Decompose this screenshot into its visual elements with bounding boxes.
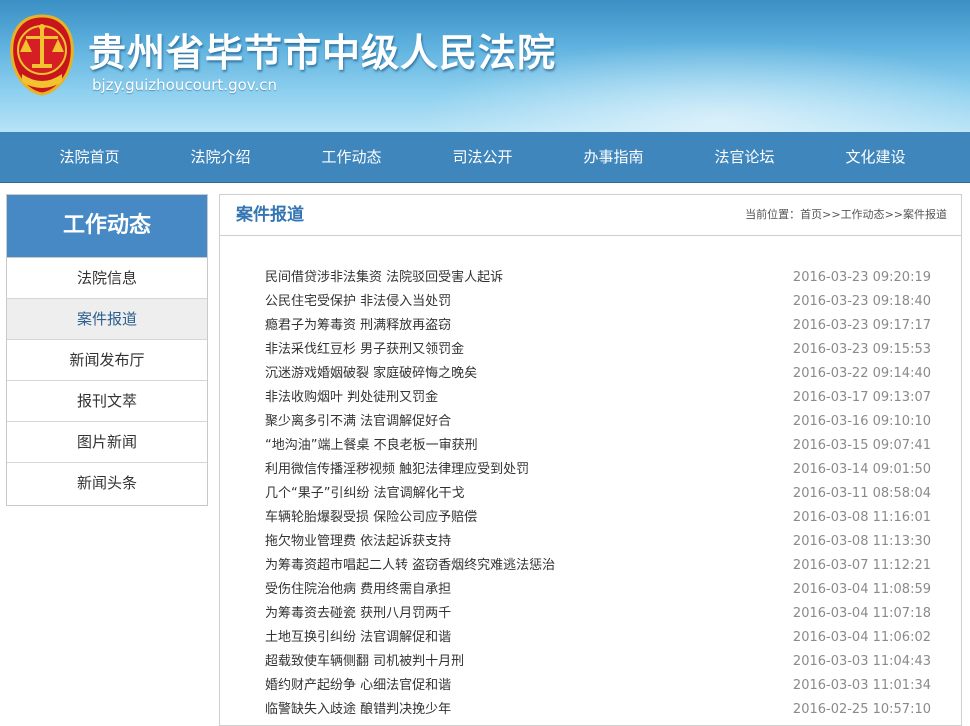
news-title-link[interactable]: 聚少离多引不满 法官调解促好合 — [265, 410, 451, 434]
news-title-link[interactable]: “地沟油”端上餐桌 不良老板一审获刑 — [265, 434, 478, 458]
news-title-link[interactable]: 公民住宅受保护 非法侵入当处罚 — [265, 290, 451, 314]
site-url: bjzy.guizhoucourt.gov.cn — [92, 76, 278, 94]
breadcrumb-current: 案件报道 — [903, 208, 947, 221]
news-title-link[interactable]: 为筹毒资去碰瓷 获刑八月罚两千 — [265, 602, 451, 626]
breadcrumb-separator: >> — [822, 208, 841, 221]
site-header: 贵州省毕节市中级人民法院 bjzy.guizhoucourt.gov.cn — [0, 0, 970, 132]
main-header: 案件报道 当前位置：首页>>工作动态>>案件报道 — [220, 195, 961, 236]
sidebar-item-case-reports[interactable]: 案件报道 — [7, 299, 207, 340]
nav-item-judicial-openness[interactable]: 司法公开 — [417, 132, 548, 182]
news-date: 2016-03-04 11:06:02 — [792, 630, 931, 645]
sidebar-item-press-hall[interactable]: 新闻发布厅 — [7, 340, 207, 381]
news-title-link[interactable]: 瘾君子为筹毒资 刑满释放再盗窃 — [265, 314, 451, 338]
list-item: 土地互换引纠纷 法官调解促和谐 2016-03-04 11:06:02 — [265, 626, 931, 650]
news-date: 2016-03-04 11:07:18 — [792, 606, 931, 621]
news-date: 2016-03-14 09:01:50 — [792, 462, 931, 477]
list-item: 超载致使车辆侧翻 司机被判十月刑 2016-03-03 11:04:43 — [265, 650, 931, 674]
news-date: 2016-03-03 11:04:43 — [792, 654, 931, 669]
news-date: 2016-03-17 09:13:07 — [792, 390, 931, 405]
sidebar-item-headlines[interactable]: 新闻头条 — [7, 463, 207, 503]
list-item: 受伤住院治他病 费用终需自承担 2016-03-04 11:08:59 — [265, 578, 931, 602]
list-item: 拖欠物业管理费 依法起诉获支持 2016-03-08 11:13:30 — [265, 530, 931, 554]
news-title-link[interactable]: 临警缺失入歧途 酿错判决挽少年 — [265, 698, 451, 722]
sidebar-item-court-info[interactable]: 法院信息 — [7, 258, 207, 299]
breadcrumb-prefix: 当前位置： — [745, 208, 801, 221]
sidebar-item-press-digest[interactable]: 报刊文萃 — [7, 381, 207, 422]
page-title: 案件报道 — [236, 205, 304, 225]
news-date: 2016-03-03 11:01:34 — [792, 678, 931, 693]
list-item: 瘾君子为筹毒资 刑满释放再盗窃 2016-03-23 09:17:17 — [265, 314, 931, 338]
list-item: 非法收购烟叶 判处徒刑又罚金 2016-03-17 09:13:07 — [265, 386, 931, 410]
list-item: 为筹毒资去碰瓷 获刑八月罚两千 2016-03-04 11:07:18 — [265, 602, 931, 626]
breadcrumb-home[interactable]: 首页 — [800, 208, 822, 221]
list-item: 利用微信传播淫秽视频 触犯法律理应受到处罚 2016-03-14 09:01:50 — [265, 458, 931, 482]
list-item: 民间借贷涉非法集资 法院驳回受害人起诉 2016-03-23 09:20:19 — [265, 266, 931, 290]
sidebar: 工作动态 法院信息 案件报道 新闻发布厅 报刊文萃 图片新闻 新闻头条 — [6, 194, 208, 506]
news-date: 2016-03-23 09:17:17 — [792, 318, 931, 333]
list-item: 车辆轮胎爆裂受损 保险公司应予赔偿 2016-03-08 11:16:01 — [265, 506, 931, 530]
news-title-link[interactable]: 婚约财产起纷争 心细法官促和谐 — [265, 674, 451, 698]
list-item: 几个“果子”引纠纷 法官调解化干戈 2016-03-11 08:58:04 — [265, 482, 931, 506]
news-date: 2016-03-08 11:13:30 — [792, 534, 931, 549]
news-date: 2016-03-08 11:16:01 — [792, 510, 931, 525]
news-date: 2016-03-07 11:12:21 — [792, 558, 931, 573]
nav-item-judge-forum[interactable]: 法官论坛 — [679, 132, 810, 182]
sidebar-item-photo-news[interactable]: 图片新闻 — [7, 422, 207, 463]
news-title-link[interactable]: 沉迷游戏婚姻破裂 家庭破碎悔之晚矣 — [265, 362, 477, 386]
list-item: 为筹毒资超市唱起二人转 盗窃香烟终究难逃法惩治 2016-03-07 11:12:… — [265, 554, 931, 578]
news-date: 2016-02-25 10:57:10 — [792, 702, 931, 717]
main-nav: 法院首页 法院介绍 工作动态 司法公开 办事指南 法官论坛 文化建设 — [0, 132, 970, 183]
list-item: 临警缺失入歧途 酿错判决挽少年 2016-02-25 10:57:10 — [265, 698, 931, 722]
news-date: 2016-03-04 11:08:59 — [792, 582, 931, 597]
news-date: 2016-03-16 09:10:10 — [792, 414, 931, 429]
list-item: 沉迷游戏婚姻破裂 家庭破碎悔之晚矣 2016-03-22 09:14:40 — [265, 362, 931, 386]
list-item: 公民住宅受保护 非法侵入当处罚 2016-03-23 09:18:40 — [265, 290, 931, 314]
nav-item-home[interactable]: 法院首页 — [24, 132, 155, 182]
list-item: 非法采伐红豆杉 男子获刑又领罚金 2016-03-23 09:15:53 — [265, 338, 931, 362]
list-item: “地沟油”端上餐桌 不良老板一审获刑 2016-03-15 09:07:41 — [265, 434, 931, 458]
news-title-link[interactable]: 利用微信传播淫秽视频 触犯法律理应受到处罚 — [265, 458, 529, 482]
main-panel: 案件报道 当前位置：首页>>工作动态>>案件报道 民间借贷涉非法集资 法院驳回受… — [219, 194, 962, 726]
list-item: 聚少离多引不满 法官调解促好合 2016-03-16 09:10:10 — [265, 410, 931, 434]
nav-item-about[interactable]: 法院介绍 — [155, 132, 286, 182]
breadcrumb: 当前位置：首页>>工作动态>>案件报道 — [745, 195, 947, 235]
news-list: 民间借贷涉非法集资 法院驳回受害人起诉 2016-03-23 09:20:19 公民… — [265, 266, 931, 722]
news-title-link[interactable]: 非法收购烟叶 判处徒刑又罚金 — [265, 386, 438, 410]
news-date: 2016-03-23 09:15:53 — [792, 342, 931, 357]
news-title-link[interactable]: 拖欠物业管理费 依法起诉获支持 — [265, 530, 451, 554]
breadcrumb-separator: >> — [884, 208, 903, 221]
news-title-link[interactable]: 几个“果子”引纠纷 法官调解化干戈 — [265, 482, 465, 506]
site-title: 贵州省毕节市中级人民法院 — [88, 31, 557, 75]
sidebar-title: 工作动态 — [7, 195, 207, 258]
news-title-link[interactable]: 土地互换引纠纷 法官调解促和谐 — [265, 626, 451, 650]
news-title-link[interactable]: 超载致使车辆侧翻 司机被判十月刑 — [265, 650, 464, 674]
nav-item-work-news[interactable]: 工作动态 — [286, 132, 417, 182]
news-title-link[interactable]: 为筹毒资超市唱起二人转 盗窃香烟终究难逃法惩治 — [265, 554, 555, 578]
news-date: 2016-03-11 08:58:04 — [792, 486, 931, 501]
breadcrumb-work-news[interactable]: 工作动态 — [841, 208, 885, 221]
list-item: 婚约财产起纷争 心细法官促和谐 2016-03-03 11:01:34 — [265, 674, 931, 698]
news-date: 2016-03-23 09:18:40 — [792, 294, 931, 309]
news-date: 2016-03-15 09:07:41 — [792, 438, 931, 453]
court-emblem-icon — [10, 14, 74, 96]
news-date: 2016-03-22 09:14:40 — [792, 366, 931, 381]
news-title-link[interactable]: 非法采伐红豆杉 男子获刑又领罚金 — [265, 338, 464, 362]
nav-item-service-guide[interactable]: 办事指南 — [548, 132, 679, 182]
news-title-link[interactable]: 车辆轮胎爆裂受损 保险公司应予赔偿 — [265, 506, 477, 530]
news-title-link[interactable]: 受伤住院治他病 费用终需自承担 — [265, 578, 451, 602]
news-date: 2016-03-23 09:20:19 — [792, 270, 931, 285]
nav-item-culture[interactable]: 文化建设 — [810, 132, 941, 182]
news-title-link[interactable]: 民间借贷涉非法集资 法院驳回受害人起诉 — [265, 266, 503, 290]
